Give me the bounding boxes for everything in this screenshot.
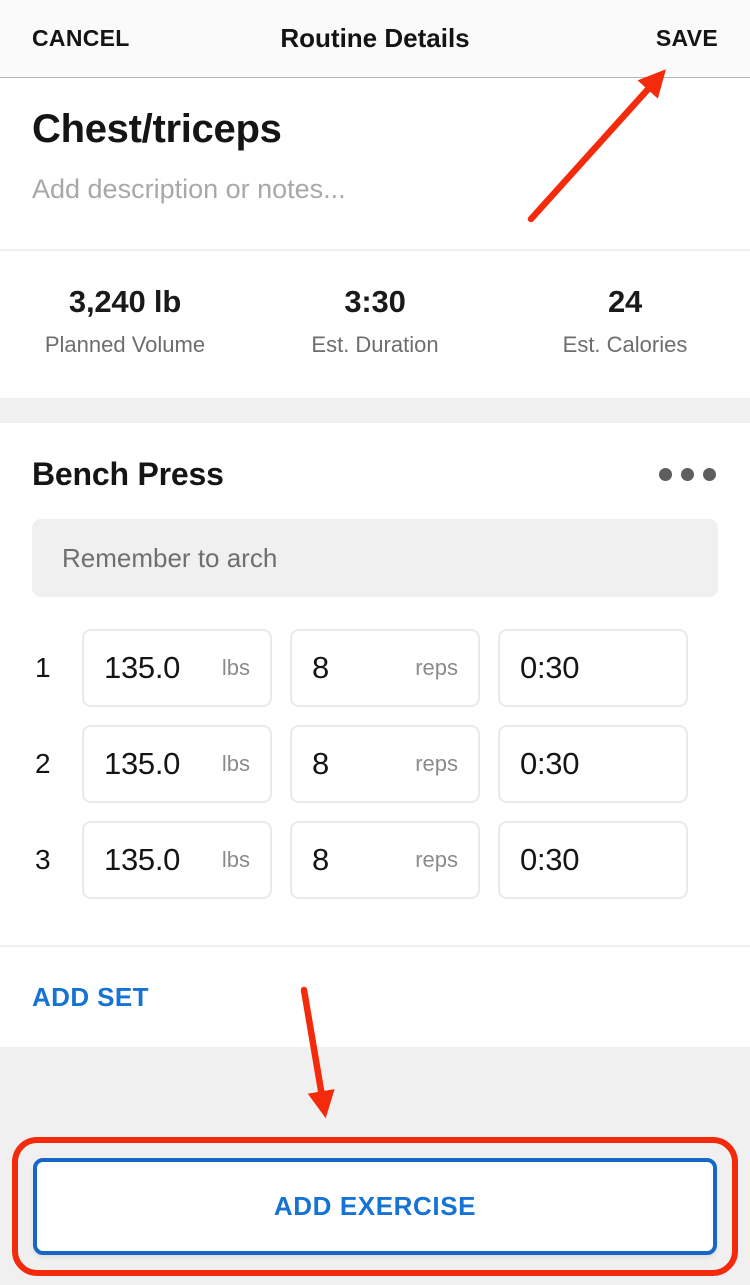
table-row: 3 135.0 lbs 8 reps 0:30 [0,812,750,908]
weight-value: 135.0 [104,746,181,781]
cancel-button[interactable]: CANCEL [32,25,130,52]
reps-value: 8 [312,842,329,877]
weight-value: 135.0 [104,650,181,685]
stat-label: Planned Volume [44,332,206,357]
stat-value: 3,240 lb [68,284,182,319]
reps-unit-label: reps [415,847,458,872]
add-set-button[interactable]: ADD SET [32,982,149,1013]
dot [659,468,672,481]
stat-label: Est. Duration [311,332,439,357]
rest-timer-value: 0:30 [520,746,580,781]
stat-value: 24 [607,284,643,319]
set-index: 1 [35,652,51,683]
reps-unit-label: reps [415,655,458,680]
weight-unit-label: lbs [221,847,250,872]
rest-timer-input[interactable]: 0:30 [498,821,688,899]
weight-input[interactable]: 135.0 lbs [82,725,272,803]
section-divider-band [0,398,750,423]
table-row: 1 135.0 lbs 8 reps 0:30 [0,620,750,716]
reps-unit-label: reps [415,751,458,776]
dot [681,468,694,481]
rest-timer-value: 0:30 [520,650,580,685]
rest-timer-input[interactable]: 0:30 [498,629,688,707]
reps-input[interactable]: 8 reps [290,725,480,803]
add-set-row: ADD SET [0,945,750,1047]
stat-value: 3:30 [344,284,406,319]
weight-input[interactable]: 135.0 lbs [82,629,272,707]
routine-description-input[interactable]: Add description or notes... [32,174,718,205]
stat-est-calories: 24 Est. Calories [500,284,750,358]
dot [703,468,716,481]
rest-timer-input[interactable]: 0:30 [498,725,688,803]
table-row: 2 135.0 lbs 8 reps 0:30 [0,716,750,812]
routine-header: Chest/triceps Add description or notes..… [0,79,750,251]
reps-input[interactable]: 8 reps [290,629,480,707]
footer-background-band [0,1047,750,1138]
set-index: 3 [35,844,51,875]
set-index: 2 [35,748,51,779]
routine-title-input[interactable]: Chest/triceps [32,108,718,150]
stat-planned-volume: 3,240 lb Planned Volume [0,284,250,358]
weight-value: 135.0 [104,842,181,877]
add-exercise-button[interactable]: ADD EXERCISE [33,1158,717,1255]
exercise-card-bench-press: Bench Press Remember to arch 1 135.0 lbs… [0,423,750,908]
weight-input[interactable]: 135.0 lbs [82,821,272,899]
routine-stats: 3,240 lb Planned Volume 3:30 Est. Durati… [0,253,750,398]
reps-value: 8 [312,746,329,781]
exercise-header: Bench Press [0,423,750,493]
exercise-name[interactable]: Bench Press [32,456,224,493]
exercise-note-input[interactable]: Remember to arch [32,519,718,597]
footer-bar: ADD EXERCISE [0,1138,750,1285]
weight-unit-label: lbs [221,655,250,680]
weight-unit-label: lbs [221,751,250,776]
set-list: 1 135.0 lbs 8 reps 0:30 2 135.0 lbs 8 re… [0,620,750,908]
rest-timer-value: 0:30 [520,842,580,877]
save-button[interactable]: SAVE [656,25,718,52]
more-horizontal-icon[interactable] [657,460,718,489]
top-nav-bar: CANCEL Routine Details SAVE [0,0,750,78]
stat-label: Est. Calories [562,332,688,357]
routine-details-screen: CANCEL Routine Details SAVE Chest/tricep… [0,0,750,1285]
reps-value: 8 [312,650,329,685]
stat-est-duration: 3:30 Est. Duration [250,284,500,358]
reps-input[interactable]: 8 reps [290,821,480,899]
